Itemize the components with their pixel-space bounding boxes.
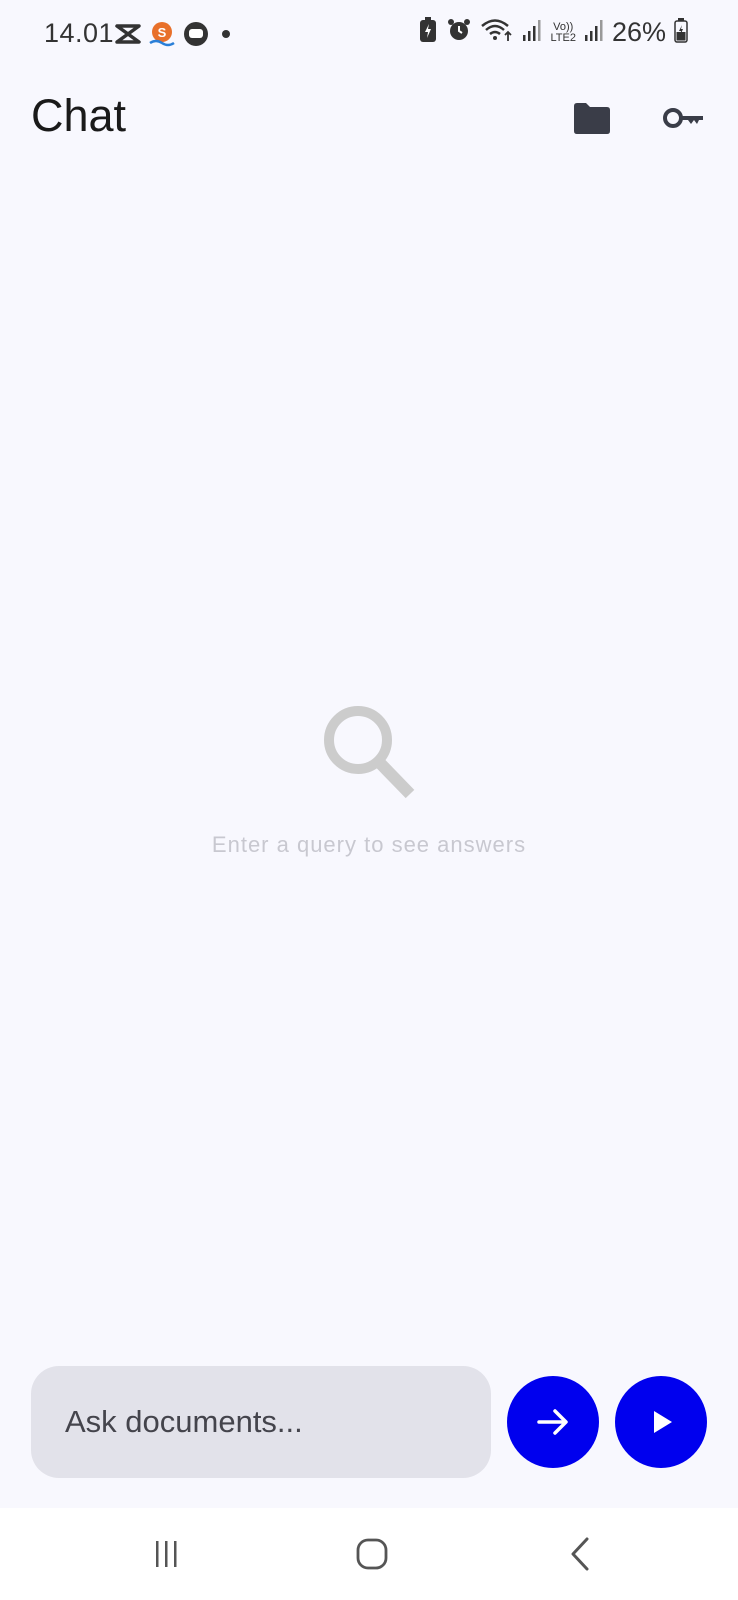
send-button[interactable] xyxy=(507,1376,599,1468)
query-input[interactable] xyxy=(63,1403,491,1441)
battery-saver-icon xyxy=(418,16,438,49)
key-icon xyxy=(663,108,703,128)
play-icon xyxy=(654,1411,672,1433)
arrow-right-icon xyxy=(537,1409,568,1435)
lte-label: LTE2 xyxy=(550,31,576,44)
query-input-container[interactable] xyxy=(31,1366,491,1478)
notification-icons: S xyxy=(114,20,236,53)
back-button[interactable] xyxy=(550,1526,610,1582)
volte-label: Vo)) xyxy=(553,20,574,33)
play-button[interactable] xyxy=(615,1376,707,1468)
back-icon xyxy=(571,1537,589,1571)
chat-screen: 14.01 S Vo)) LTE2 26% Chat Enter a query… xyxy=(0,0,738,1600)
battery-icon xyxy=(674,17,688,48)
shopee-icon: S xyxy=(148,20,176,53)
home-button[interactable] xyxy=(342,1526,402,1582)
system-icons: Vo)) LTE2 26% xyxy=(418,16,688,49)
signal-icon xyxy=(584,17,604,48)
recents-icon xyxy=(156,1541,177,1567)
status-bar: 14.01 S Vo)) LTE2 26% xyxy=(0,0,738,72)
svg-text:S: S xyxy=(158,25,167,40)
wifi-icon xyxy=(480,17,514,48)
app-bar: Chat xyxy=(0,76,738,160)
alarm-icon xyxy=(446,17,472,48)
recents-button[interactable] xyxy=(136,1526,196,1582)
page-title: Chat xyxy=(31,90,127,141)
capcut-icon xyxy=(114,23,142,50)
dot-icon xyxy=(216,24,236,49)
navigation-bar xyxy=(0,1508,738,1600)
status-time: 14.01 xyxy=(44,18,115,48)
signal-icon xyxy=(522,17,542,48)
network-type-label: Vo)) LTE2 xyxy=(550,20,576,44)
battery-percent: 26% xyxy=(611,17,666,47)
empty-state-message: Enter a query to see answers xyxy=(211,832,527,857)
key-button[interactable] xyxy=(656,90,712,146)
home-icon xyxy=(356,1538,388,1570)
search-icon xyxy=(324,706,415,799)
empty-state: Enter a query to see answers xyxy=(0,700,738,858)
chat-bubble-icon xyxy=(182,20,210,53)
folder-icon xyxy=(574,103,610,134)
folder-button[interactable] xyxy=(564,90,620,146)
